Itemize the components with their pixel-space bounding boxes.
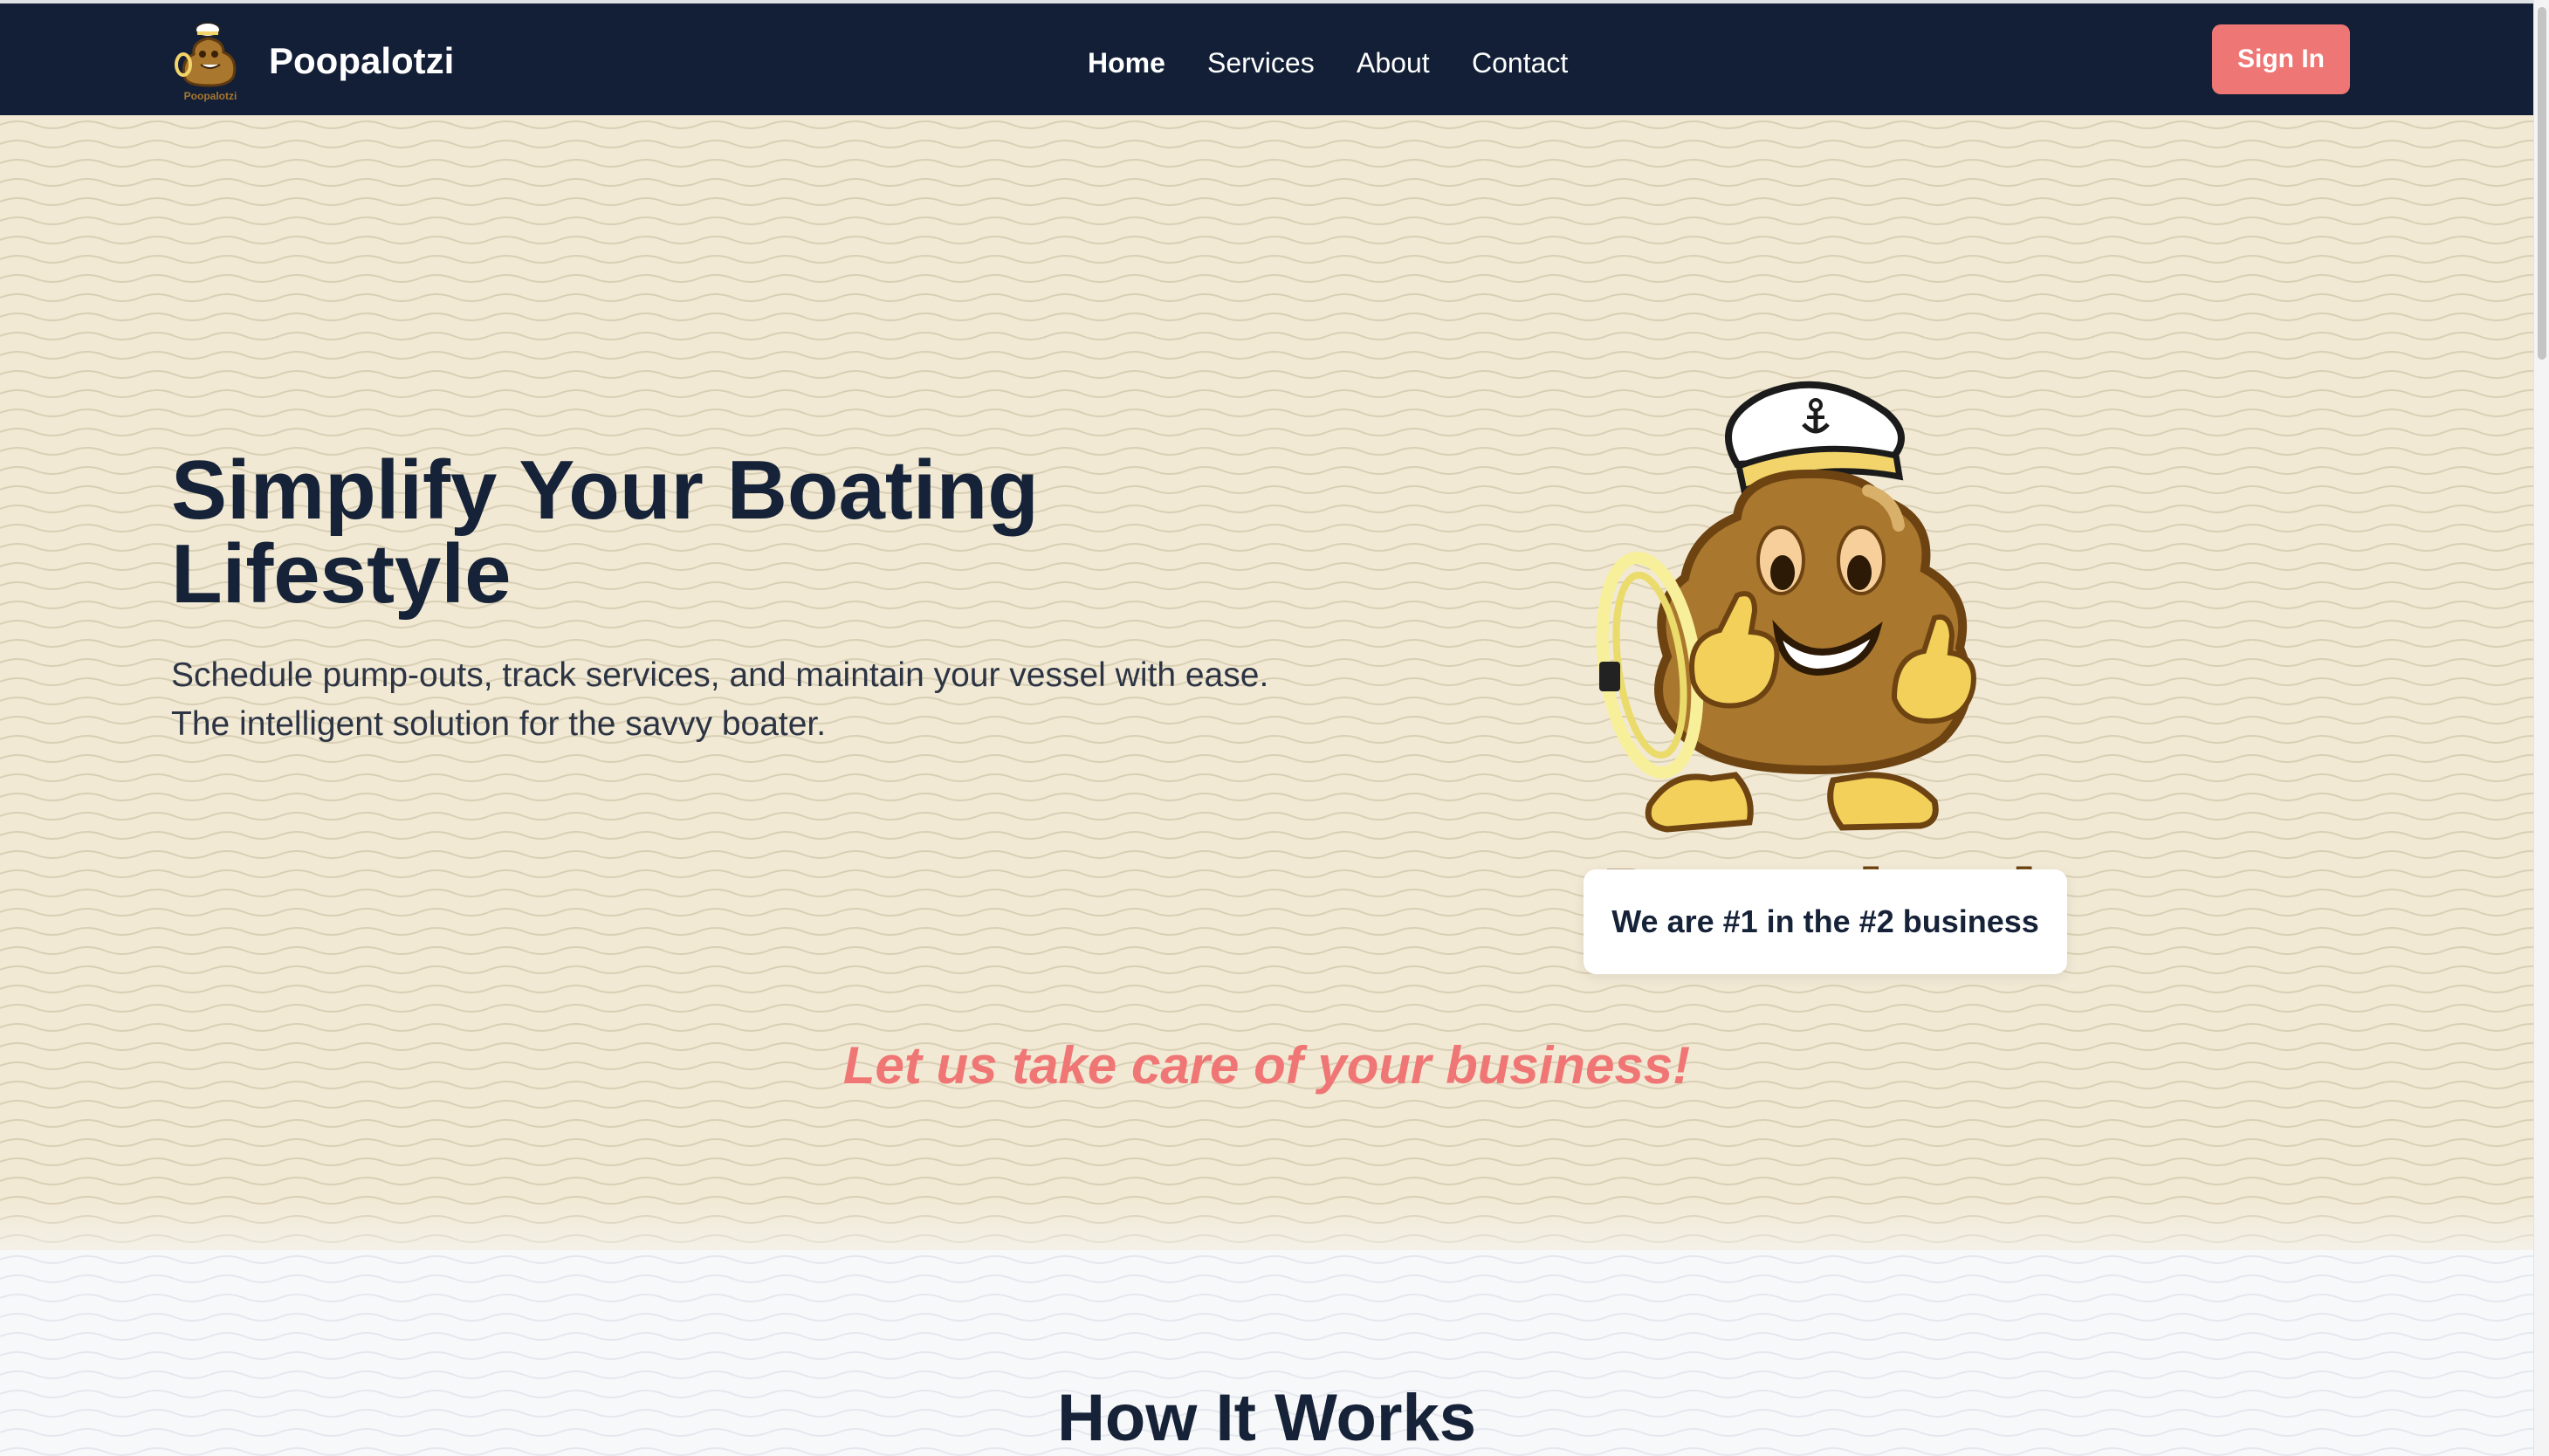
nav-services[interactable]: Services	[1207, 40, 1315, 86]
tagline-card: We are #1 in the #2 business	[1584, 869, 2067, 974]
nav-home[interactable]: Home	[1088, 40, 1165, 86]
nav-contact[interactable]: Contact	[1472, 40, 1568, 86]
how-it-works-section: How It Works	[0, 1250, 2533, 1456]
sign-in-button[interactable]: Sign In	[2212, 24, 2350, 94]
how-it-works-title: How It Works	[1057, 1381, 1476, 1455]
page-scrollbar[interactable]	[2533, 0, 2549, 1456]
main-nav: Home Services About Contact	[0, 40, 2533, 89]
hero-slogan: Let us take care of your business!	[842, 1036, 1691, 1095]
hero-headline: Simplify Your Boating Lifestyle	[171, 443, 1039, 621]
hero-section: Simplify Your Boating Lifestyle Schedule…	[0, 115, 2533, 1250]
hero-bottom-fade	[0, 1198, 2533, 1250]
nav-about[interactable]: About	[1357, 40, 1430, 86]
navbar: Poopalotzi Poopalotzi Home Services Abou…	[0, 3, 2533, 115]
logo-wordmark: Poopalotzi	[184, 90, 237, 102]
scrollbar-thumb[interactable]	[2538, 7, 2546, 360]
hero-subtext: Schedule pump-outs, track services, and …	[171, 656, 1269, 743]
mascot-illustration: Poopalotzi	[1589, 281, 2043, 962]
